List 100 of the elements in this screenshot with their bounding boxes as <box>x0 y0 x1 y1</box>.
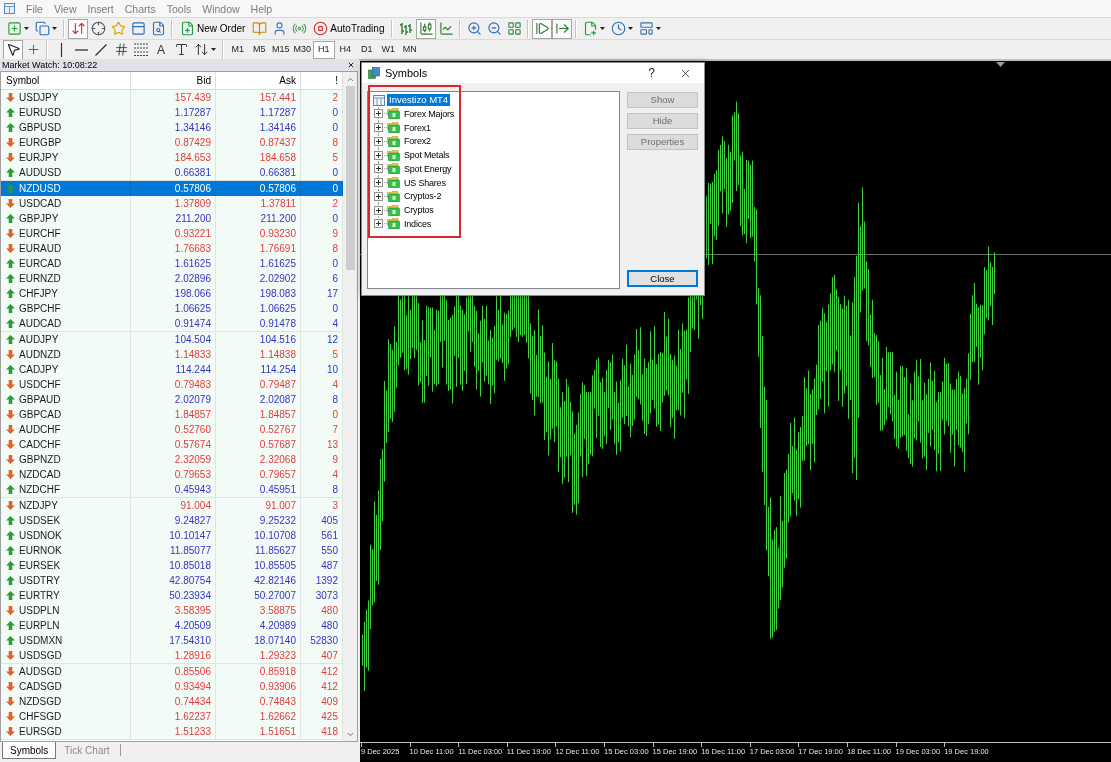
document-search-icon <box>150 21 166 36</box>
plus-box-icon[interactable] <box>374 123 383 133</box>
symbol-name: GBPNZD <box>19 453 61 468</box>
table-row[interactable]: USDMXN 17.54310 18.07140 52830 <box>1 633 343 649</box>
bid-cell: 1.51233 <box>131 723 216 740</box>
help-button[interactable]: ? <box>646 64 657 82</box>
arrows-icon <box>194 42 209 57</box>
symbol-name: GBPJPY <box>19 211 59 226</box>
table-row[interactable]: EURUSD 1.17287 1.17287 0 <box>1 105 343 121</box>
symbol-name: USDJPY <box>19 91 59 105</box>
plus-box-icon[interactable] <box>374 136 383 146</box>
table-row[interactable]: USDJPY 157.439 157.441 2 <box>1 90 343 106</box>
table-row[interactable]: USDSGD 1.28916 1.29323 407 <box>1 648 343 664</box>
table-row[interactable]: CADCHF 0.57674 0.57687 13 <box>1 437 343 453</box>
tree-item[interactable]: Spot Metals <box>403 149 451 162</box>
plus-box-icon[interactable] <box>374 191 383 201</box>
window-icon <box>373 94 385 106</box>
symbol-name: CADJPY <box>19 362 59 377</box>
document-plus-icon <box>583 21 599 36</box>
timeframe-button[interactable]: MN <box>399 40 421 59</box>
tree-item[interactable]: Investizo MT4 <box>387 94 451 106</box>
text-tool-button[interactable]: A <box>151 39 171 60</box>
windows-icon <box>35 21 50 36</box>
stack-icon <box>368 67 380 79</box>
timeframe-button[interactable]: M30 <box>291 40 313 59</box>
symbol-name: NZDCHF <box>19 483 61 498</box>
table-row[interactable]: CHFJPY 198.066 198.083 17 <box>1 286 343 302</box>
toolbar-button[interactable]: New Order <box>176 18 250 39</box>
table-row[interactable]: AUDCAD 0.91474 0.91478 4 <box>1 316 343 332</box>
table-row[interactable]: EURNZD 2.02896 2.02902 6 <box>1 271 343 287</box>
symbol-name: EURSEK <box>19 558 61 573</box>
tree-item[interactable]: Cryptos-2 <box>403 190 443 203</box>
tree-item[interactable]: US Shares <box>403 176 447 189</box>
close-button[interactable]: Close <box>627 270 698 287</box>
table-row[interactable]: USDTRY 42.80754 42.82146 1392 <box>1 573 343 589</box>
table-row[interactable]: NZDCHF 0.45943 0.45951 8 <box>1 482 343 498</box>
table-row[interactable]: GBPCHF 1.06625 1.06625 0 <box>1 301 343 317</box>
timeframe-button[interactable]: W1 <box>377 40 399 59</box>
layout-icon <box>639 21 655 36</box>
timeframe-button[interactable]: H4 <box>334 40 356 59</box>
table-row[interactable]: GBPUSD 1.34146 1.34146 0 <box>1 120 343 136</box>
step-forward-icon <box>534 21 550 36</box>
table-row[interactable]: AUDUSD 0.66381 0.66381 0 <box>1 165 343 181</box>
toolbar-button[interactable] <box>3 39 23 60</box>
grid-icon <box>506 21 522 36</box>
table-row[interactable]: USDPLN 3.58395 3.58875 480 <box>1 603 343 619</box>
plus-box-icon[interactable] <box>374 109 383 119</box>
tree-item[interactable]: Forex Majors <box>403 107 456 120</box>
tree-item[interactable]: Cryptos <box>403 204 435 217</box>
triangle-marker-icon[interactable] <box>996 62 1005 67</box>
scrollbar[interactable] <box>343 72 357 741</box>
dialog-title: Symbols <box>385 65 428 81</box>
symbol-name: GBPCHF <box>19 302 61 317</box>
symbol-name: NZDCAD <box>19 468 61 483</box>
hash-icon <box>113 42 129 57</box>
plus-box-icon[interactable] <box>374 219 383 229</box>
letter-t-icon <box>173 42 189 57</box>
tree-item[interactable]: Forex2 <box>403 135 432 148</box>
plus-box-icon[interactable] <box>374 150 383 160</box>
clock-icon <box>611 21 627 36</box>
table-row[interactable]: AUDCHF 0.52760 0.52767 7 <box>1 422 343 438</box>
scrollbar-thumb[interactable] <box>345 86 355 270</box>
tree-item[interactable]: Indices <box>403 217 433 230</box>
symbol-name: AUDUSD <box>19 166 62 181</box>
app-icon[interactable] <box>4 3 15 14</box>
plus-box-icon[interactable] <box>374 205 383 215</box>
symbol-name: GBPAUD <box>19 392 61 407</box>
timeframe-button[interactable]: M15 <box>270 40 292 59</box>
candlestick-icon <box>418 21 434 36</box>
tree-item[interactable]: Forex1 <box>403 121 432 134</box>
caret-icon <box>600 27 606 30</box>
symbol-name: EURUSD <box>19 106 62 121</box>
caret-icon <box>52 27 57 30</box>
crosshair-icon <box>90 21 106 36</box>
toolbar-button[interactable]: AutoTrading <box>309 18 389 39</box>
plus-box-icon[interactable] <box>374 178 383 188</box>
chart-plus-icon <box>7 21 22 36</box>
zoom-in-icon <box>466 21 482 36</box>
table-row[interactable]: EURJPY 184.653 184.658 5 <box>1 150 343 166</box>
panel-tab[interactable]: Symbols <box>2 742 57 759</box>
symbol-name: EURGBP <box>19 136 62 151</box>
caret-icon <box>656 27 662 30</box>
zoom-out-icon <box>486 21 502 36</box>
timeframe-button[interactable]: D1 <box>356 40 378 59</box>
folder-icon <box>387 204 400 216</box>
panel-icon <box>130 21 146 36</box>
plus-box-icon[interactable] <box>374 164 383 174</box>
close-icon[interactable] <box>347 61 355 69</box>
tree-item[interactable]: Spot Energy <box>403 162 453 175</box>
timeframe-button[interactable]: H1 <box>313 40 335 59</box>
table-row[interactable]: GBPNZD 2.32059 2.32068 9 <box>1 452 343 468</box>
timeframe-button[interactable]: M5 <box>248 40 270 59</box>
table-row[interactable]: EURTRY 50.23934 50.27007 3073 <box>1 588 343 604</box>
table-row[interactable]: EURGBP 0.87429 0.87437 8 <box>1 135 343 151</box>
folder-icon <box>387 177 400 189</box>
table-row[interactable]: EURPLN 4.20509 4.20989 480 <box>1 618 343 634</box>
table-row[interactable]: NZDCAD 0.79653 0.79657 4 <box>1 467 343 483</box>
star-icon <box>110 21 126 36</box>
timeframe-button[interactable]: M1 <box>227 40 249 59</box>
table-row[interactable]: EURCAD 1.61625 1.61625 0 <box>1 256 343 272</box>
